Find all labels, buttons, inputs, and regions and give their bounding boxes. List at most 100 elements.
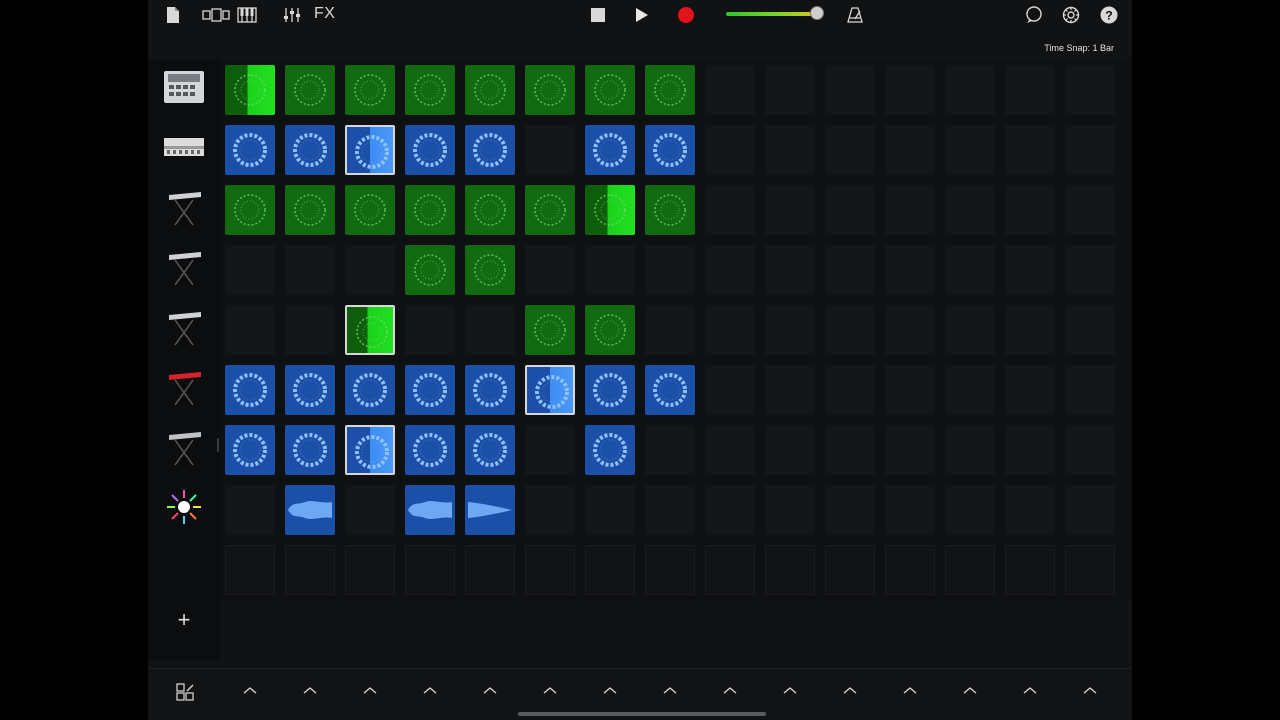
empty-drop-cell[interactable] [525, 545, 575, 595]
sidebar-resize-handle[interactable] [217, 438, 219, 452]
loop-cell[interactable] [465, 365, 515, 415]
empty-cell[interactable] [945, 425, 995, 475]
empty-cell[interactable] [885, 365, 935, 415]
column-trigger-chevron-up-icon[interactable] [538, 683, 562, 699]
loop-cell[interactable] [285, 425, 335, 475]
column-trigger-chevron-up-icon[interactable] [478, 683, 502, 699]
loop-cell[interactable] [405, 65, 455, 115]
empty-drop-cell[interactable] [825, 545, 875, 595]
empty-cell[interactable] [1005, 125, 1055, 175]
column-trigger-chevron-up-icon[interactable] [358, 683, 382, 699]
empty-cell[interactable] [765, 125, 815, 175]
empty-cell[interactable] [225, 245, 275, 295]
empty-cell[interactable] [645, 485, 695, 535]
empty-cell[interactable] [945, 485, 995, 535]
empty-cell[interactable] [1005, 425, 1055, 475]
loop-cell[interactable] [345, 65, 395, 115]
master-volume-knob[interactable] [810, 6, 825, 20]
empty-cell[interactable] [1065, 485, 1115, 535]
empty-cell[interactable] [885, 65, 935, 115]
document-icon[interactable] [164, 3, 182, 27]
empty-cell[interactable] [525, 125, 575, 175]
empty-cell[interactable] [885, 485, 935, 535]
empty-cell[interactable] [765, 425, 815, 475]
empty-cell[interactable] [1065, 245, 1115, 295]
loop-cell[interactable] [225, 425, 275, 475]
empty-cell[interactable] [645, 245, 695, 295]
loop-cell[interactable] [465, 185, 515, 235]
red-keyboard-icon[interactable] [162, 365, 206, 409]
fx-button[interactable]: FX [314, 5, 335, 23]
loop-cell[interactable] [585, 365, 635, 415]
empty-cell[interactable] [765, 485, 815, 535]
loop-cell[interactable] [585, 185, 635, 235]
empty-cell[interactable] [1005, 305, 1055, 355]
empty-cell[interactable] [765, 305, 815, 355]
empty-cell[interactable] [225, 305, 275, 355]
empty-cell[interactable] [1005, 365, 1055, 415]
empty-cell[interactable] [1005, 485, 1055, 535]
empty-cell[interactable] [405, 305, 455, 355]
empty-cell[interactable] [765, 245, 815, 295]
loop-cell[interactable] [405, 245, 455, 295]
audio-recorder-icon[interactable] [162, 485, 206, 529]
empty-cell[interactable] [705, 65, 755, 115]
empty-cell[interactable] [945, 185, 995, 235]
loop-cell[interactable] [225, 65, 275, 115]
loop-cell[interactable] [285, 185, 335, 235]
empty-cell[interactable] [705, 485, 755, 535]
empty-cell[interactable] [345, 245, 395, 295]
column-trigger-chevron-up-icon[interactable] [1078, 683, 1102, 699]
loop-cell[interactable] [285, 365, 335, 415]
empty-drop-cell[interactable] [225, 545, 275, 595]
column-trigger-chevron-up-icon[interactable] [958, 683, 982, 699]
keyboard-icon[interactable] [236, 3, 258, 27]
empty-drop-cell[interactable] [705, 545, 755, 595]
empty-cell[interactable] [825, 365, 875, 415]
loop-cell[interactable] [525, 305, 575, 355]
empty-cell[interactable] [885, 125, 935, 175]
column-trigger-chevron-up-icon[interactable] [298, 683, 322, 699]
loop-cell[interactable] [525, 365, 575, 415]
loop-cell[interactable] [285, 485, 335, 535]
edit-cells-icon[interactable] [176, 683, 194, 706]
loop-cell[interactable] [225, 125, 275, 175]
empty-cell[interactable] [705, 125, 755, 175]
empty-cell[interactable] [1065, 305, 1115, 355]
empty-cell[interactable] [525, 245, 575, 295]
empty-cell[interactable] [465, 305, 515, 355]
empty-cell[interactable] [945, 65, 995, 115]
loop-cell[interactable] [465, 125, 515, 175]
loop-browser-icon[interactable] [1024, 3, 1044, 27]
loop-cell[interactable] [345, 425, 395, 475]
column-trigger-chevron-up-icon[interactable] [718, 683, 742, 699]
column-trigger-chevron-up-icon[interactable] [778, 683, 802, 699]
empty-cell[interactable] [885, 305, 935, 355]
loop-cell[interactable] [585, 65, 635, 115]
empty-cell[interactable] [705, 305, 755, 355]
tracks-view-icon[interactable] [202, 3, 230, 27]
synth-keyboard-icon[interactable] [162, 305, 206, 349]
loop-cell[interactable] [225, 185, 275, 235]
empty-drop-cell[interactable] [945, 545, 995, 595]
empty-cell[interactable] [765, 185, 815, 235]
empty-cell[interactable] [825, 125, 875, 175]
empty-cell[interactable] [885, 245, 935, 295]
stop-icon[interactable] [586, 3, 610, 27]
empty-drop-cell[interactable] [885, 545, 935, 595]
empty-cell[interactable] [825, 485, 875, 535]
empty-drop-cell[interactable] [645, 545, 695, 595]
empty-cell[interactable] [1065, 365, 1115, 415]
empty-cell[interactable] [945, 125, 995, 175]
synth-keyboard-icon[interactable] [162, 185, 206, 229]
loop-cell[interactable] [465, 65, 515, 115]
loop-cell[interactable] [585, 305, 635, 355]
loop-cell[interactable] [405, 185, 455, 235]
empty-cell[interactable] [645, 305, 695, 355]
column-trigger-chevron-up-icon[interactable] [598, 683, 622, 699]
loop-cell[interactable] [225, 365, 275, 415]
empty-cell[interactable] [705, 245, 755, 295]
loop-cell[interactable] [345, 365, 395, 415]
empty-cell[interactable] [885, 185, 935, 235]
empty-drop-cell[interactable] [285, 545, 335, 595]
